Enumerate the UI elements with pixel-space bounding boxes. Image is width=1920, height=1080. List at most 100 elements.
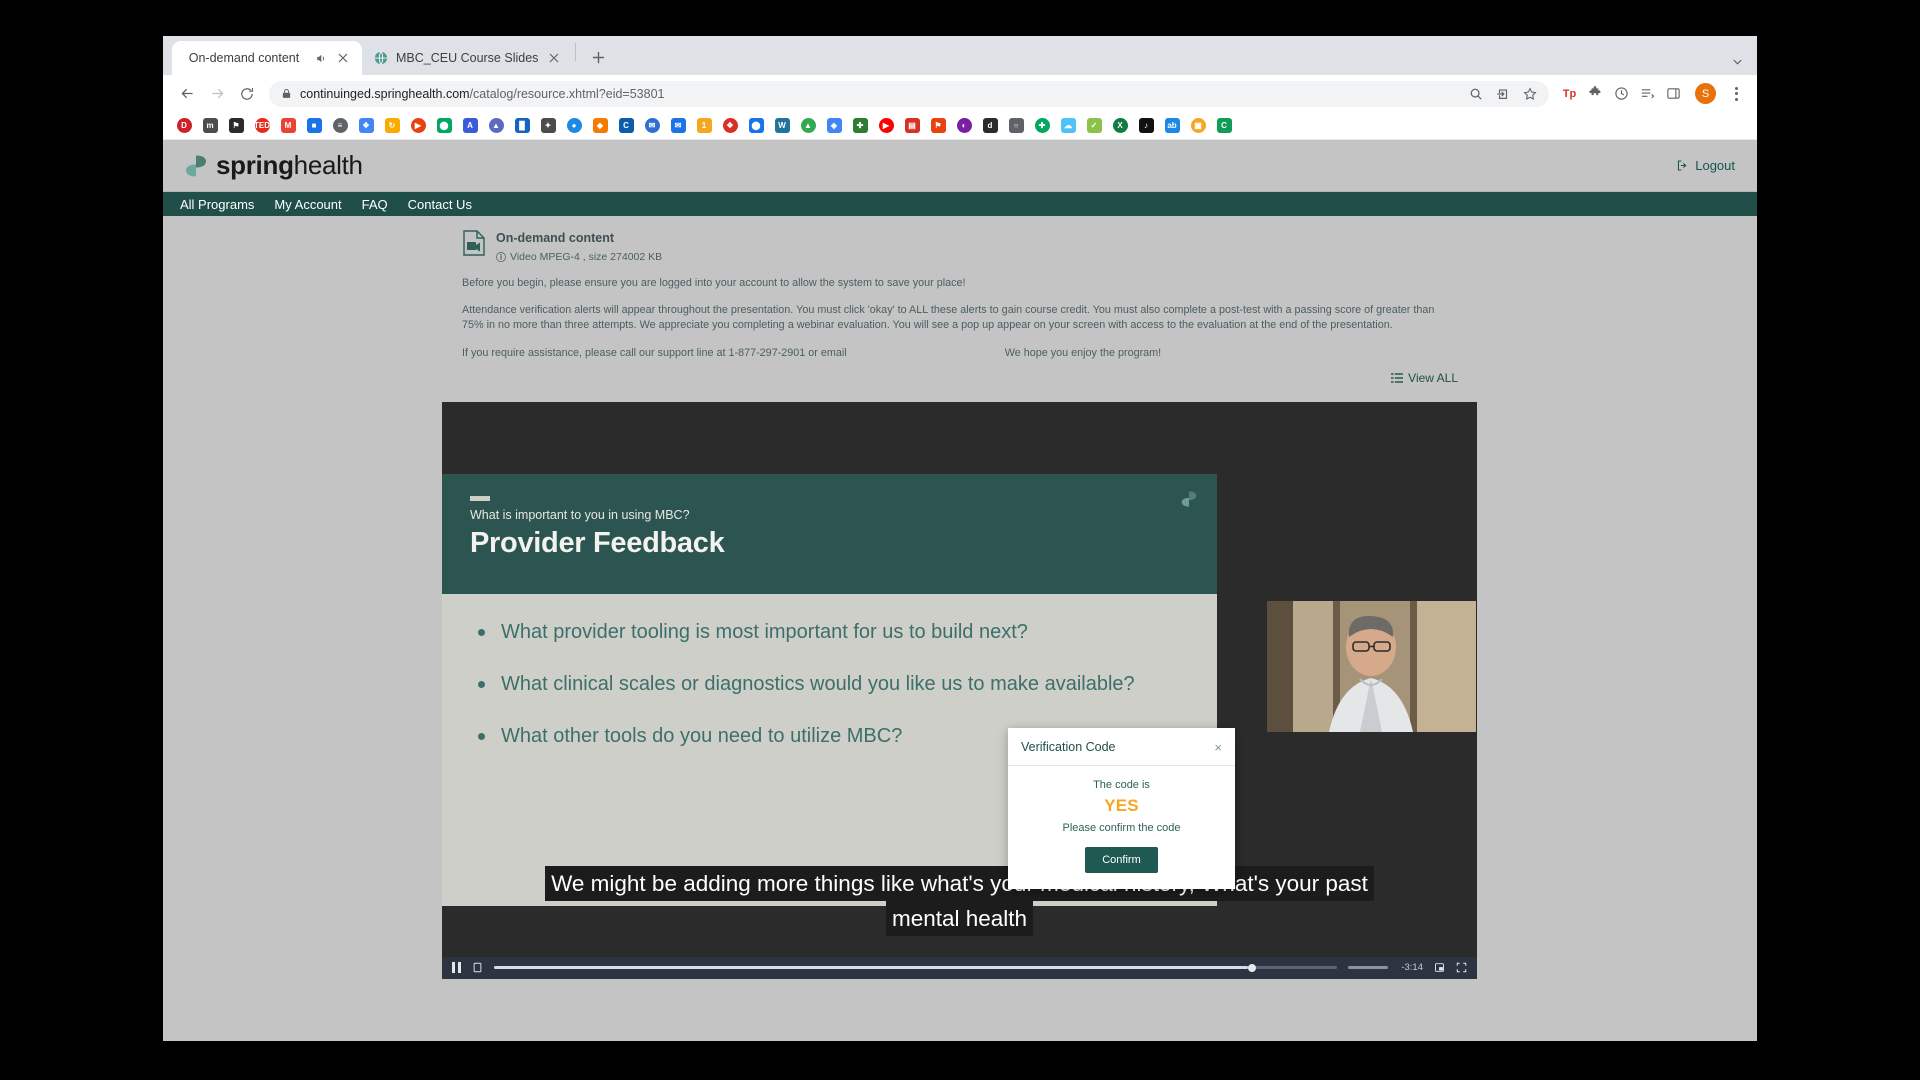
bookmark-28[interactable]: ▶ [873,115,899,137]
star-icon[interactable] [1521,85,1538,102]
bookmark-15[interactable]: ✦ [535,115,561,137]
forward-button[interactable] [203,80,231,108]
tab-audio-playing-icon[interactable] [313,51,327,65]
confirm-button[interactable]: Confirm [1085,847,1158,873]
tab-on-demand-content[interactable]: On-demand content [172,41,362,75]
bookmark-36[interactable]: ✓ [1081,115,1107,137]
side-panel-icon[interactable] [1665,85,1682,102]
close-icon[interactable]: × [1214,741,1222,754]
extension-clock-icon[interactable] [1613,85,1630,102]
chevron-down-icon[interactable] [1732,56,1743,67]
bookmark-21[interactable]: 1 [691,115,717,137]
caption-line-2: mental health [885,900,1034,936]
logout-link[interactable]: Logout [1676,158,1735,173]
pause-icon[interactable] [452,962,461,973]
back-button[interactable] [173,80,201,108]
bookmark-favicon-icon: ❖ [358,118,374,133]
bookmark-19[interactable]: ✉ [639,115,665,137]
volume-slider[interactable] [1348,966,1388,969]
slide-bullet: What provider tooling is most important … [478,619,1187,646]
reload-button[interactable] [233,80,261,108]
content-column: On-demand content ⓘ Video MPEG-4 , size … [442,216,1477,1041]
extension-reading-list-icon[interactable] [1639,85,1656,102]
video-progress-bar[interactable] [494,963,1337,972]
spring-leaf-icon [185,154,207,178]
bookmark-26[interactable]: ◈ [821,115,847,137]
bookmark-1[interactable]: D [171,115,197,137]
bookmark-27[interactable]: ✚ [847,115,873,137]
fullscreen-icon[interactable] [1456,962,1467,973]
bookmark-39[interactable]: ab [1159,115,1185,137]
new-tab-button[interactable] [584,43,612,71]
bookmark-2[interactable]: m [197,115,223,137]
bookmark-18[interactable]: C [613,115,639,137]
bookmark-22[interactable]: ❖ [717,115,743,137]
bookmark-13[interactable]: ▲ [483,115,509,137]
bookmark-24[interactable]: W [769,115,795,137]
caption-line-1: We might be adding more things like what… [545,865,1374,901]
bookmark-34[interactable]: ✚ [1029,115,1055,137]
bookmark-10[interactable]: ▶ [405,115,431,137]
bookmark-16[interactable]: ● [561,115,587,137]
bookmark-5[interactable]: M [275,115,301,137]
bookmark-favicon-icon: ❖ [722,118,738,133]
bookmark-20[interactable]: ✉ [665,115,691,137]
bookmark-37[interactable]: X [1107,115,1133,137]
bookmark-32[interactable]: d [977,115,1003,137]
profile-avatar[interactable]: S [1695,83,1716,104]
globe-icon [373,51,388,66]
picture-in-picture-icon[interactable] [1434,962,1445,973]
bookmark-4[interactable]: TED [249,115,275,137]
nav-item-contact-us[interactable]: Contact Us [408,197,472,212]
search-icon[interactable] [1467,85,1484,102]
bookmark-3[interactable]: ⚑ [223,115,249,137]
extensions-puzzle-icon[interactable] [1587,85,1604,102]
info-icon: ⓘ [496,253,506,264]
bookmark-40[interactable]: ▦ [1185,115,1211,137]
bookmark-38[interactable]: ♪ [1133,115,1159,137]
enjoy-text: We hope you enjoy the program! [1004,346,1162,359]
bullet-text: What provider tooling is most important … [501,620,1028,643]
bookmark-favicon-icon: ⬤ [748,118,764,133]
closed-captions-icon[interactable] [472,962,483,973]
bookmark-17[interactable]: ◆ [587,115,613,137]
bookmark-33[interactable]: ○ [1003,115,1029,137]
nav-item-all-programs[interactable]: All Programs [180,197,254,212]
nav-item-my-account[interactable]: My Account [274,197,341,212]
bookmark-30[interactable]: ⚑ [925,115,951,137]
tab-mbc-ceu-course-slides[interactable]: MBC_CEU Course Slides [362,41,573,75]
bookmark-7[interactable]: ≡ [327,115,353,137]
bookmark-9[interactable]: ↻ [379,115,405,137]
bookmark-6[interactable]: ■ [301,115,327,137]
bookmark-31[interactable]: ◐ [951,115,977,137]
bookmark-11[interactable]: ⬤ [431,115,457,137]
video-player[interactable]: What is important to you in using MBC? P… [442,401,1477,979]
bookmark-29[interactable]: ▤ [899,115,925,137]
bookmark-23[interactable]: ⬤ [743,115,769,137]
nav-item-faq[interactable]: FAQ [362,197,388,212]
bookmark-favicon-icon: ☁ [1060,118,1076,133]
lock-icon[interactable] [280,88,292,100]
bookmark-41[interactable]: C [1211,115,1237,137]
tab-close-icon[interactable] [335,50,351,66]
support-row: If you require assistance, please call o… [460,347,1460,359]
bookmark-favicon-icon: A [462,118,478,133]
logo-text: springhealth [216,150,363,181]
bookmark-35[interactable]: ☁ [1055,115,1081,137]
bullet-dot-icon [478,732,485,740]
bookmark-25[interactable]: ▲ [795,115,821,137]
slide-accent-dash [470,495,490,501]
video-progress-handle[interactable] [1248,963,1257,972]
share-icon[interactable] [1494,85,1511,102]
extension-tp-icon[interactable]: Tp [1561,85,1578,102]
bookmark-8[interactable]: ❖ [353,115,379,137]
bookmark-favicon-icon: C [1216,118,1232,133]
tab-close-icon[interactable] [546,50,562,66]
address-bar[interactable]: continuinged.springhealth.com/catalog/re… [269,80,1549,107]
view-all-link[interactable]: View ALL [1391,371,1458,385]
bookmark-14[interactable]: █ [509,115,535,137]
bookmark-12[interactable]: A [457,115,483,137]
spring-health-logo[interactable]: springhealth [185,150,363,181]
bookmark-favicon-icon: ◆ [592,118,608,133]
kebab-menu-icon[interactable] [1725,86,1747,101]
